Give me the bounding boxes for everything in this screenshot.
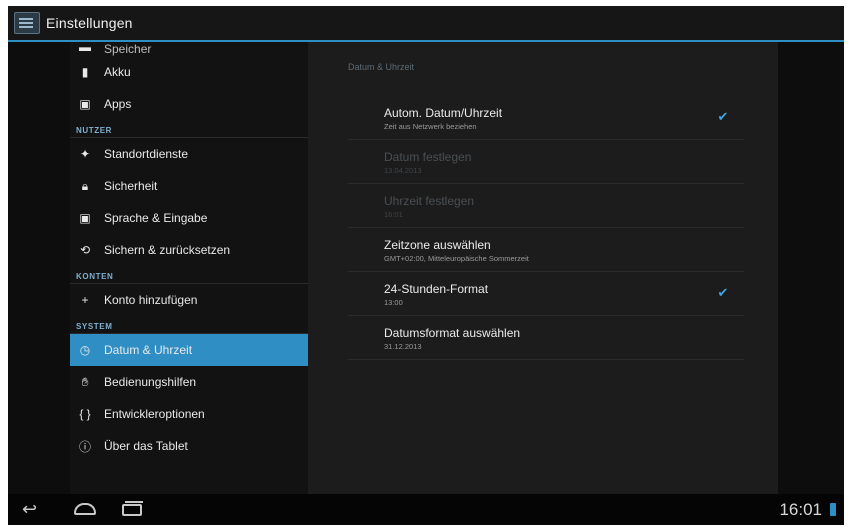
setting-title: Autom. Datum/Uhrzeit (384, 106, 503, 120)
setting-timezone[interactable]: Zeitzone auswählen GMT+02:00, Mitteleuro… (348, 228, 744, 272)
panel-header: Datum & Uhrzeit (348, 62, 415, 72)
sidebar-item-label: Apps (104, 97, 132, 111)
braces-icon: { } (79, 407, 91, 421)
sidebar-item-about[interactable]: ⓘ Über das Tablet (70, 430, 308, 462)
setting-title: Uhrzeit festlegen (384, 194, 475, 208)
backup-icon: ⟲ (79, 243, 91, 257)
setting-set-time: Uhrzeit festlegen 16:01 (348, 184, 744, 228)
section-header-system: SYSTEM (70, 316, 308, 334)
checkmark-icon[interactable]: ✔ (716, 110, 730, 124)
sidebar-item-label: Akku (104, 65, 131, 79)
sidebar-item-security[interactable]: 🔒︎ Sicherheit (70, 170, 308, 202)
section-header-accounts: KONTEN (70, 266, 308, 284)
sidebar-item-label: Speicher (104, 42, 152, 56)
lock-icon: 🔒︎ (81, 178, 89, 193)
sidebar-item-battery[interactable]: ▮ Akku (70, 56, 308, 88)
sidebar-item-language[interactable]: ▣ Sprache & Eingabe (70, 202, 308, 234)
sidebar-item-date-time[interactable]: ◷ Datum & Uhrzeit (70, 334, 308, 366)
setting-summary: 16:01 (384, 210, 403, 219)
checkmark-icon[interactable]: ✔ (716, 286, 730, 300)
sidebar-item-add-account[interactable]: + Konto hinzufügen (70, 284, 308, 316)
sidebar-item-accessibility[interactable]: ✋︎ Bedienungshilfen (70, 366, 308, 398)
accessibility-icon: ✋︎ (81, 374, 89, 389)
setting-title: Datum festlegen (384, 150, 472, 164)
setting-summary: GMT+02:00, Mitteleuropäische Sommerzeit (384, 254, 529, 263)
sidebar-item-location[interactable]: ✦ Standortdienste (70, 138, 308, 170)
battery-icon: ▮ (81, 65, 89, 79)
sidebar-item-label: Entwickleroptionen (104, 407, 205, 421)
storage-icon: ▬ (79, 42, 91, 54)
sidebar-item-label: Datum & Uhrzeit (104, 343, 193, 357)
setting-title: Datumsformat auswählen (384, 326, 521, 340)
tablet-screen: Einstellungen ▬ Speicher ▮ Akku ▣ Apps N… (8, 6, 844, 525)
sidebar-item-label: Über das Tablet (104, 439, 188, 453)
setting-set-date: Datum festlegen 13.04.2013 (348, 140, 744, 184)
setting-summary: 13.04.2013 (384, 166, 422, 175)
sidebar-item-backup[interactable]: ⟲ Sichern & zurücksetzen (70, 234, 308, 266)
sidebar-item-label: Bedienungshilfen (104, 375, 197, 389)
sidebar-item-apps[interactable]: ▣ Apps (70, 88, 308, 120)
setting-date-format[interactable]: Datumsformat auswählen 31.12.2013 (348, 316, 744, 360)
setting-title: Zeitzone auswählen (384, 238, 491, 252)
system-navigation-bar: 16:01 (8, 494, 844, 525)
battery-status-icon (830, 503, 836, 516)
setting-summary: 31.12.2013 (384, 342, 422, 351)
sidebar-item-label: Sicherheit (104, 179, 158, 193)
location-icon: ✦ (79, 147, 91, 161)
settings-content: ▬ Speicher ▮ Akku ▣ Apps NUTZER ✦ Stando… (8, 42, 844, 494)
sidebar-item-label: Sprache & Eingabe (104, 211, 208, 225)
clock-icon: ◷ (79, 343, 91, 357)
action-bar: Einstellungen (8, 6, 844, 42)
status-clock: 16:01 (779, 500, 822, 519)
setting-24-hour-format[interactable]: 24-Stunden-Format 13:00 ✔ (348, 272, 744, 316)
setting-title: 24-Stunden-Format (384, 282, 489, 296)
back-icon[interactable] (18, 498, 56, 522)
info-icon: ⓘ (78, 439, 91, 454)
sidebar-item-developer[interactable]: { } Entwickleroptionen (70, 398, 308, 430)
apps-icon: ▣ (79, 97, 91, 111)
section-header-user: NUTZER (70, 120, 308, 138)
sidebar-item-storage[interactable]: ▬ Speicher (70, 42, 308, 56)
app-title: Einstellungen (46, 15, 133, 31)
home-icon[interactable] (66, 498, 104, 522)
sidebar-item-label: Standortdienste (104, 147, 189, 161)
date-time-panel: Datum & Uhrzeit Autom. Datum/Uhrzeit Zei… (308, 42, 778, 494)
settings-sidebar: ▬ Speicher ▮ Akku ▣ Apps NUTZER ✦ Stando… (70, 42, 308, 494)
recent-apps-icon[interactable] (114, 498, 152, 522)
setting-summary: Zeit aus Netzwerk beziehen (384, 122, 477, 131)
plus-icon: + (81, 293, 89, 307)
settings-app-icon[interactable] (14, 12, 40, 34)
setting-summary: 13:00 (384, 298, 403, 307)
sidebar-item-label: Konto hinzufügen (104, 293, 198, 307)
sidebar-item-label: Sichern & zurücksetzen (104, 243, 231, 257)
setting-auto-date-time[interactable]: Autom. Datum/Uhrzeit Zeit aus Netzwerk b… (348, 96, 744, 140)
keyboard-icon: ▣ (79, 211, 91, 225)
